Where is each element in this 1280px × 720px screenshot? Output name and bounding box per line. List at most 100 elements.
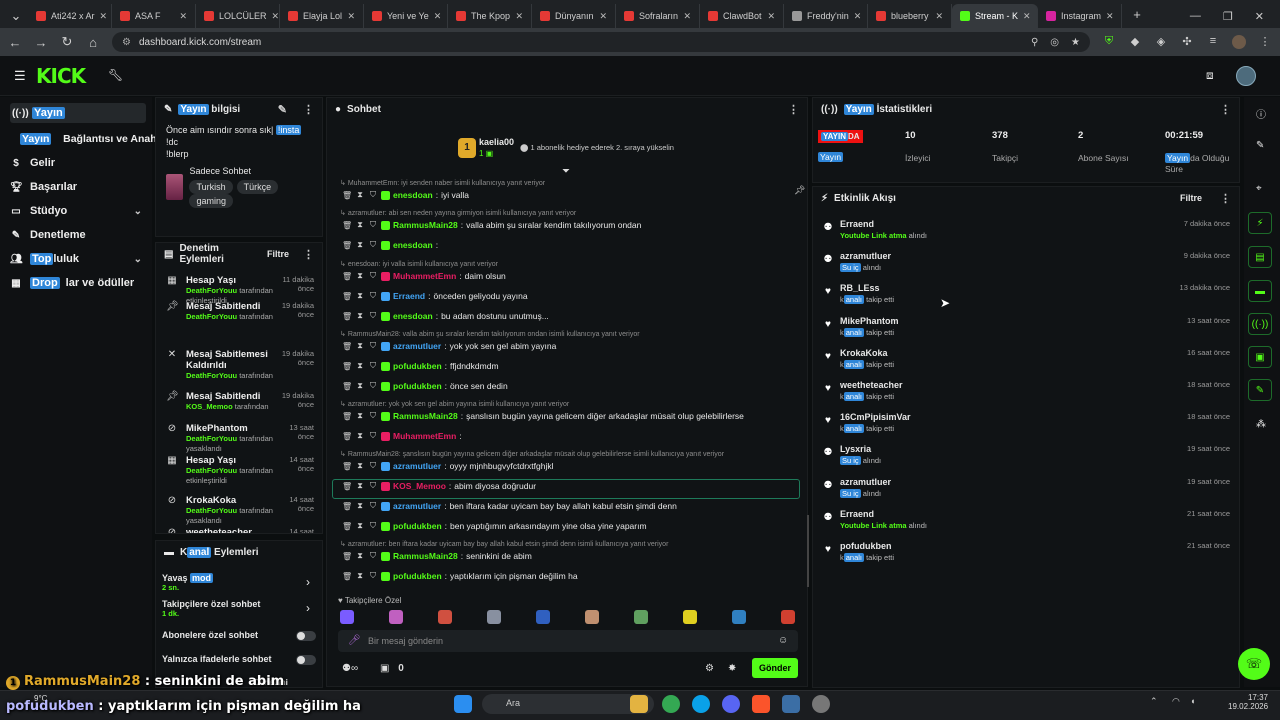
chat-username[interactable]: Erraend <box>393 291 425 301</box>
stream-tag[interactable]: Türkçe <box>236 180 279 194</box>
timeout-icon[interactable]: ⧗ <box>355 571 365 581</box>
activity-item[interactable]: ⚉ Erraend Youtube Link atma alındı 7 dakika… <box>820 219 1230 249</box>
eye-off-icon[interactable]: ◎ <box>1050 37 1059 48</box>
minimize-icon[interactable]: — <box>1190 10 1201 22</box>
delete-icon[interactable]: 🗑︎ <box>342 221 352 230</box>
chat-username[interactable]: MuhammetEmn <box>393 431 456 441</box>
help-chat-button[interactable]: ☏ <box>1238 648 1270 680</box>
browser-tab[interactable]: Sofraların ✕ <box>616 4 700 28</box>
more-options-icon[interactable]: ⋮ <box>788 103 799 116</box>
emote-icon[interactable] <box>536 610 550 624</box>
discord-icon[interactable] <box>722 695 740 713</box>
delete-icon[interactable]: 🗑︎ <box>342 552 352 561</box>
chat-username[interactable]: azramutluer <box>393 341 441 351</box>
extension-icon-2[interactable]: ◆ <box>1128 35 1142 49</box>
emoji-icon[interactable]: ☺ <box>778 635 788 646</box>
chat-message[interactable]: 🗑︎ ⧗ ⛉ azramutluer: ben iftara kadar uyicam … <box>342 501 802 511</box>
delete-icon[interactable]: 🗑︎ <box>342 382 352 391</box>
edge-icon[interactable] <box>692 695 710 713</box>
chat-username[interactable]: RammusMain28 <box>393 411 458 421</box>
reload-icon[interactable]: ↻ <box>60 34 74 50</box>
timeout-icon[interactable]: ⧗ <box>355 220 365 230</box>
tab-close-icon[interactable]: ✕ <box>1106 11 1114 22</box>
emote-icon[interactable] <box>340 610 354 624</box>
chat-message[interactable]: 🗑︎ ⧗ ⛉ azramutluer: oyyy mjnhbugvyfctdrxtfgh… <box>342 461 802 471</box>
emote-icon[interactable] <box>585 610 599 624</box>
filter-button[interactable]: Filtre <box>267 249 289 259</box>
tab-list-icon[interactable]: ≡ <box>1206 35 1220 49</box>
activity-item[interactable]: ♥ 16CmPipisimVar k analı takip etti 18 saat … <box>820 412 1230 442</box>
activity-username[interactable]: Lysxria <box>840 444 871 454</box>
tab-close-icon[interactable]: ✕ <box>434 11 442 22</box>
timeout-icon[interactable]: ⧗ <box>355 271 365 281</box>
kick-logo[interactable]: KICK <box>36 64 86 88</box>
chat-message[interactable]: 🗑︎ ⧗ ⛉ enesdoan: iyi valla <box>342 190 802 200</box>
browser-tab[interactable]: Yeni ve Ye ✕ <box>364 4 448 28</box>
tab-close-icon[interactable]: ✕ <box>100 11 108 22</box>
timeout-icon[interactable]: ⧗ <box>355 501 365 511</box>
delete-icon[interactable]: 🗑︎ <box>342 412 352 421</box>
timeout-icon[interactable]: ⧗ <box>355 190 365 200</box>
activity-item[interactable]: ⚉ azramutluer Su iç alındı 9 dakika önce <box>820 251 1230 281</box>
settings-gear-icon[interactable]: ⚙ <box>705 663 714 674</box>
activity-username[interactable]: Erraend <box>840 509 874 519</box>
sidebar-item-achievements[interactable]: 🏆︎ Başarılar <box>10 181 146 193</box>
activity-item[interactable]: ♥ RB_LEss k analı takip etti 13 dakika önce <box>820 283 1230 313</box>
chat-username[interactable]: RammusMain28 <box>393 551 458 561</box>
tab-close-icon[interactable]: ✕ <box>179 11 187 22</box>
chat-message[interactable]: 🗑︎ ⧗ ⛉ MuhammetEmn: <box>342 431 802 441</box>
user-avatar[interactable] <box>1236 66 1256 86</box>
browser-tab[interactable]: The Kpop ✕ <box>448 4 532 28</box>
sidebar-item-stream[interactable]: ((·)) Yayın <box>10 103 146 123</box>
browser-tab[interactable]: Instagram ✕ <box>1038 4 1122 28</box>
tab-close-icon[interactable]: ✕ <box>767 11 775 22</box>
activity-item[interactable]: ⚉ azramutluer Su iç alındı 19 saat önce <box>820 477 1230 507</box>
chat-username[interactable]: pofudukben <box>393 361 442 371</box>
activity-rail-icon[interactable]: ⚡︎ <box>1248 212 1272 234</box>
timeout-icon[interactable]: ⧗ <box>355 521 365 531</box>
emote-icon[interactable] <box>438 610 452 624</box>
more-options-icon[interactable]: ⋮ <box>1220 103 1231 116</box>
mod-action-item[interactable]: ▦ Hesap Yaşı DeathForYouu tarafından etkin… <box>166 455 314 486</box>
activity-item[interactable]: ⚉ Lysxria Su iç alındı 19 saat önce <box>820 444 1230 474</box>
mic-icon[interactable]: 🎤︎ <box>348 635 361 646</box>
vpn-icon[interactable] <box>782 695 800 713</box>
tray-chevron-icon[interactable]: ⌃ <box>1150 696 1158 707</box>
hamburger-menu-icon[interactable]: ☰ <box>14 68 26 84</box>
edit-icon[interactable]: ✎ <box>278 103 287 116</box>
timeout-icon[interactable]: ⧗ <box>355 411 365 421</box>
emote-icon[interactable] <box>732 610 746 624</box>
browser-tab[interactable]: ClawdBot ✕ <box>700 4 784 28</box>
back-icon[interactable]: ← <box>8 35 22 50</box>
activity-username[interactable]: RB_LEss <box>840 283 880 293</box>
delete-icon[interactable]: 🗑︎ <box>342 191 352 200</box>
delete-icon[interactable]: 🗑︎ <box>342 502 352 511</box>
file-explorer-icon[interactable] <box>630 695 648 713</box>
timeout-icon[interactable]: ⧗ <box>355 291 365 301</box>
activity-username[interactable]: pofudukben <box>840 541 892 551</box>
chat-username[interactable]: MuhammetEmn <box>393 271 456 281</box>
delete-icon[interactable]: 🗑︎ <box>342 462 352 471</box>
sidebar-item-community[interactable]: 👥︎ Top luluk ⌄ <box>10 253 146 265</box>
wifi-icon[interactable]: ◠ <box>1172 696 1180 707</box>
extension-icon-3[interactable]: ◈ <box>1154 35 1168 49</box>
tab-close-icon[interactable]: ✕ <box>347 11 355 22</box>
mod-action-item[interactable]: ⊘ KrokaKoka DeathForYouu tarafından yasakl… <box>166 495 314 526</box>
sidebar-item-stream-key[interactable]: Yayın Bağlantısı ve Anahtar <box>20 133 156 145</box>
delete-icon[interactable]: 🗑︎ <box>342 432 352 441</box>
browser-tab[interactable]: LOLCÜLER ✕ <box>196 4 280 28</box>
browser-tab[interactable]: Stream - K ✕ <box>952 4 1038 28</box>
chat-message[interactable]: 🗑︎ ⧗ ⛉ pofudukben: önce sen dedin <box>342 381 802 391</box>
delete-icon[interactable]: 🗑︎ <box>342 312 352 321</box>
browser-tab[interactable]: ASA F ✕ <box>112 4 196 28</box>
mod-action-item[interactable]: ✕ Mesaj Sabitlemesi Kaldırıldı DeathForYou… <box>166 349 314 381</box>
delete-icon[interactable]: 🗑︎ <box>342 362 352 371</box>
mod-action-item[interactable]: ⊘ MikePhantom DeathForYouu tarafından yasa… <box>166 423 314 454</box>
send-button[interactable]: Gönder <box>752 658 798 678</box>
delete-icon[interactable]: 🗑︎ <box>342 522 352 531</box>
tab-close-icon[interactable]: ✕ <box>1023 11 1031 22</box>
chat-username[interactable]: pofudukben <box>393 381 442 391</box>
chat-scrollbar[interactable] <box>807 515 809 587</box>
category-name[interactable]: Sadece Sohbet <box>189 166 312 176</box>
filter-button[interactable]: Filtre <box>1180 193 1202 203</box>
